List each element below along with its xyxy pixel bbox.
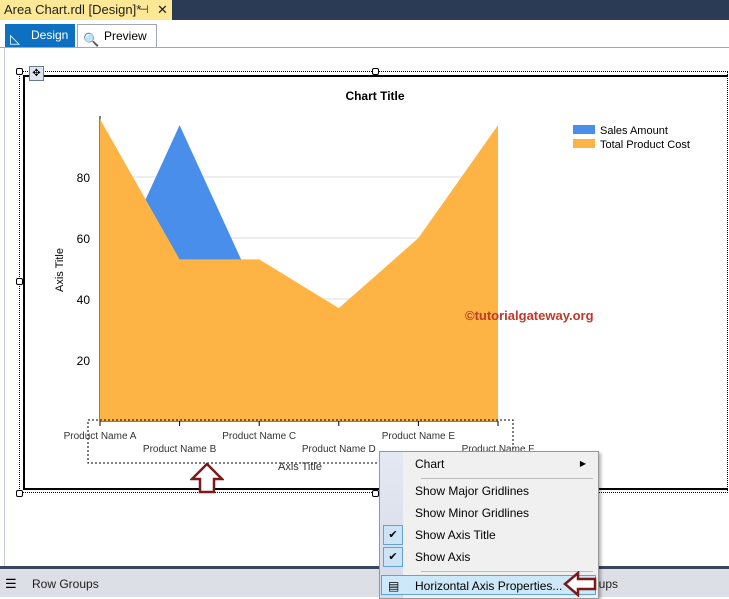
y-tick-label: 40 bbox=[77, 293, 91, 307]
watermark: ©tutorialgateway.org bbox=[465, 308, 594, 323]
x-tick-label: Product Name C bbox=[222, 431, 296, 442]
y-axis-title[interactable]: Axis Title bbox=[54, 248, 66, 292]
menu-label: Show Axis Title bbox=[415, 528, 496, 542]
checkmark-icon: ✔ bbox=[383, 525, 403, 545]
x-tick-label: Product Name A bbox=[64, 431, 137, 442]
grouping-pane: ☰ Row Groups oups bbox=[0, 566, 729, 597]
row-groups-icon: ☰ bbox=[5, 576, 17, 591]
y-tick-label: 20 bbox=[77, 354, 91, 368]
callout-arrow-up-icon bbox=[190, 462, 224, 494]
x-tick-label: Product Name D bbox=[302, 444, 376, 455]
menu-item-show-axis[interactable]: ✔ Show Axis bbox=[381, 547, 596, 567]
y-tick-label: 80 bbox=[77, 171, 91, 185]
area-chart[interactable]: Chart Title Axis Title Axis Title 204060… bbox=[0, 0, 729, 597]
legend-swatch bbox=[573, 139, 595, 148]
area-series-1[interactable] bbox=[100, 119, 498, 422]
legend-swatch bbox=[573, 125, 595, 134]
legend-label: Total Product Cost bbox=[600, 139, 690, 151]
y-tick-label: 60 bbox=[77, 232, 91, 246]
chart-title[interactable]: Chart Title bbox=[345, 89, 404, 103]
menu-item-chart[interactable]: Chart ▶ bbox=[381, 454, 596, 474]
callout-arrow-left-icon bbox=[563, 571, 597, 597]
menu-item-show-major-gridlines[interactable]: Show Major Gridlines bbox=[381, 481, 596, 501]
menu-label: Show Major Gridlines bbox=[415, 484, 530, 498]
menu-item-show-axis-title[interactable]: ✔ Show Axis Title bbox=[381, 525, 596, 545]
menu-label: Show Minor Gridlines bbox=[415, 506, 530, 520]
x-tick-label: Product Name B bbox=[143, 444, 217, 455]
x-tick-label: Product Name E bbox=[382, 431, 456, 442]
menu-label: Horizontal Axis Properties... bbox=[415, 579, 563, 593]
legend-label: Sales Amount bbox=[600, 125, 668, 137]
properties-icon: ▤ bbox=[388, 579, 400, 593]
checkmark-icon: ✔ bbox=[383, 547, 403, 567]
menu-label: Chart bbox=[415, 457, 445, 471]
menu-label: Show Axis bbox=[415, 550, 471, 564]
submenu-arrow-icon: ▶ bbox=[579, 459, 586, 468]
row-groups-label: Row Groups bbox=[32, 577, 99, 591]
menu-item-show-minor-gridlines[interactable]: Show Minor Gridlines bbox=[381, 503, 596, 523]
